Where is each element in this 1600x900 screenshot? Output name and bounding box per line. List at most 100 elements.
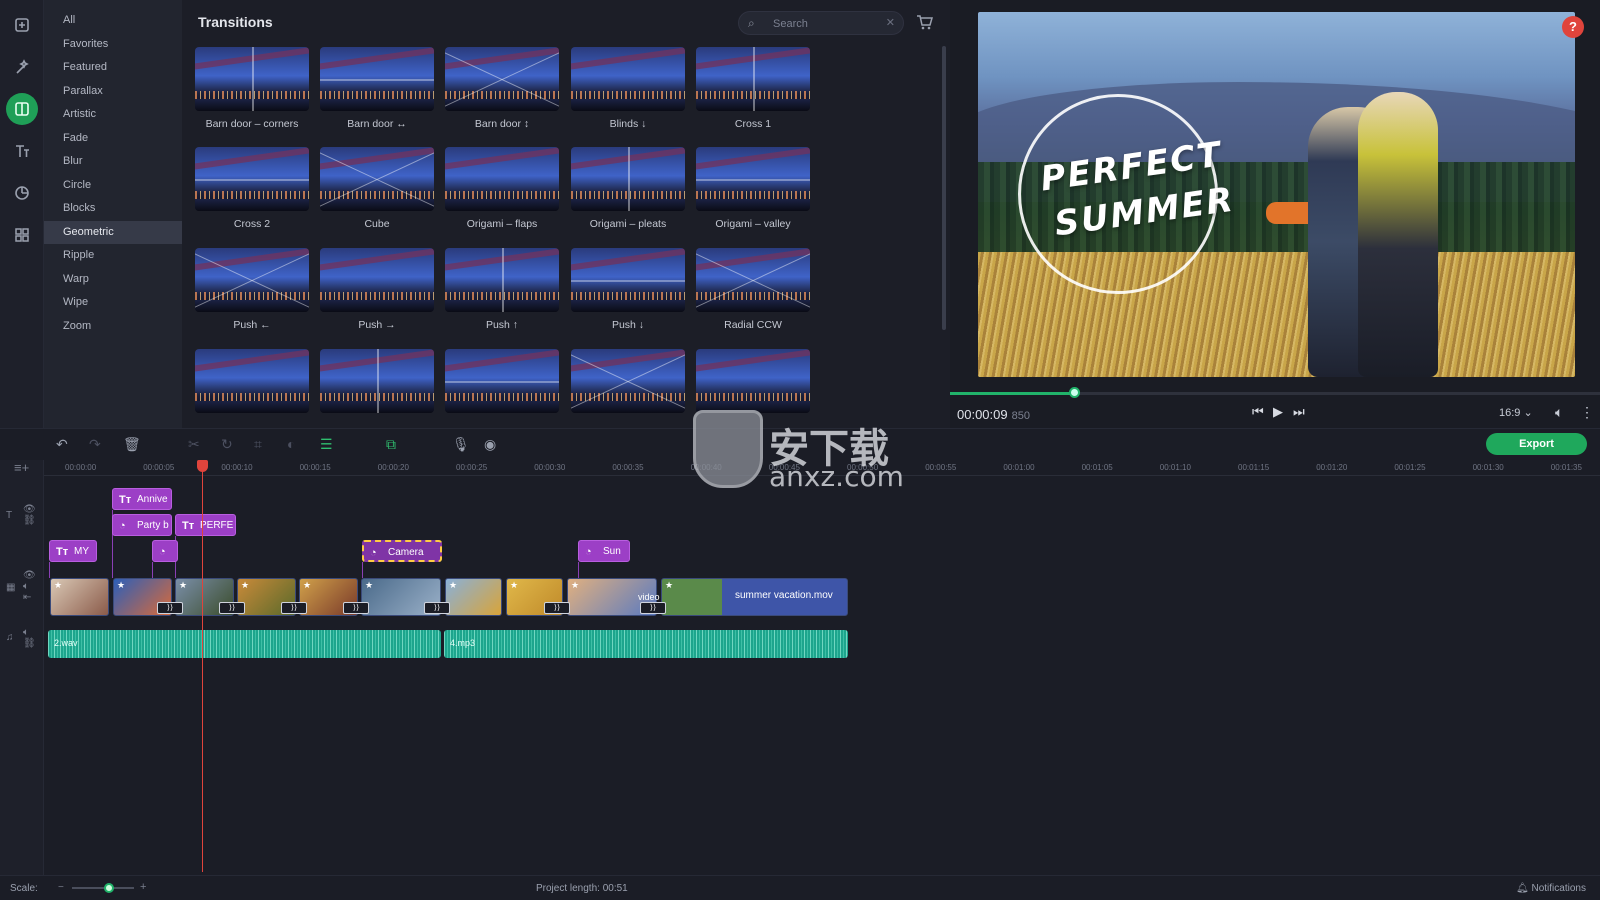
category-warp[interactable]: Warp [44, 268, 182, 292]
microphone-icon[interactable]: 🎙︎ [452, 436, 470, 453]
add-track-icon[interactable]: ≡+ [14, 460, 29, 475]
category-blur[interactable]: Blur [44, 150, 182, 174]
category-parallax[interactable]: Parallax [44, 80, 182, 104]
filters-icon[interactable] [6, 51, 38, 83]
more-options-icon[interactable]: ⋮ [1580, 404, 1594, 421]
delete-icon[interactable]: 🗑︎ [123, 436, 141, 453]
title-clip[interactable]: ◔ Sun [578, 540, 630, 562]
aspect-ratio-select[interactable]: 16:9 ⌄ [1499, 406, 1533, 419]
notifications-button[interactable]: 🔔︎ Notifications [1516, 883, 1586, 894]
title-clip[interactable]: Tт Annive [112, 488, 172, 510]
transition-tile[interactable]: Origami – flaps [445, 147, 559, 230]
crop-icon[interactable]: ⌗ [254, 436, 262, 453]
audio-clip[interactable]: 4.mp3 [444, 630, 848, 658]
playhead-handle[interactable] [197, 460, 208, 472]
clear-search-icon[interactable]: ✕ [886, 16, 895, 29]
title-clip[interactable]: Tт MY [49, 540, 97, 562]
mute-icon[interactable]: 🔈︎ [23, 627, 29, 638]
title-clip[interactable]: ◔ [152, 540, 178, 562]
prev-frame-icon[interactable]: ⏮ [1252, 404, 1264, 420]
category-blocks[interactable]: Blocks [44, 197, 182, 221]
transition-tile[interactable] [571, 349, 685, 420]
transition-marker-icon[interactable]: ⟩⟩ [544, 602, 570, 614]
category-artistic[interactable]: Artistic [44, 103, 182, 127]
category-fade[interactable]: Fade [44, 127, 182, 151]
title-clip[interactable]: Tт PERFE [175, 514, 236, 536]
mute-icon[interactable]: 🔈︎ [23, 581, 29, 592]
scale-knob[interactable] [104, 883, 115, 893]
transitions-icon[interactable] [6, 93, 38, 125]
zoom-in-icon[interactable]: + [140, 881, 146, 893]
video-clip[interactable]: ★ [445, 578, 502, 616]
transition-marker-icon[interactable]: ⟩⟩ [424, 602, 450, 614]
transition-tile[interactable]: Push ↑ [445, 248, 559, 331]
import-icon[interactable] [6, 9, 38, 41]
cut-icon[interactable]: ✂ [188, 436, 200, 453]
overlay-icon[interactable]: ⧉ [386, 436, 396, 453]
play-icon[interactable]: ▶ [1273, 404, 1283, 420]
transition-marker-icon[interactable]: ⟩⟩ [219, 602, 245, 614]
transition-tile[interactable]: Push ↓ [571, 248, 685, 331]
category-favorites[interactable]: Favorites [44, 33, 182, 57]
help-button[interactable]: ? [1562, 16, 1584, 38]
transition-marker-icon[interactable]: ⟩⟩ [157, 602, 183, 614]
transition-tile[interactable] [445, 349, 559, 420]
playback-progress[interactable] [950, 387, 1600, 398]
transition-tile[interactable]: Barn door – corners [195, 47, 309, 130]
scale-slider[interactable] [72, 883, 134, 893]
clip-properties-icon[interactable]: ☰ [320, 436, 333, 453]
transition-tile[interactable] [195, 349, 309, 420]
transition-tile[interactable]: Barn door ↕ [445, 47, 559, 130]
playhead-line[interactable] [202, 460, 203, 872]
transition-marker-icon[interactable]: ⟩⟩ [281, 602, 307, 614]
export-button[interactable]: Export [1486, 433, 1587, 455]
transition-tile[interactable]: Push ← [195, 248, 309, 331]
transition-tile[interactable]: Push → [320, 248, 434, 331]
next-frame-icon[interactable]: ⏭ [1293, 404, 1305, 420]
category-wipe[interactable]: Wipe [44, 291, 182, 315]
titles-icon[interactable] [6, 135, 38, 167]
transition-tile[interactable]: Origami – valley [696, 147, 810, 230]
transition-tile[interactable] [320, 349, 434, 420]
category-geometric[interactable]: Geometric [44, 220, 182, 244]
search-input[interactable] [773, 15, 883, 33]
store-cart-icon[interactable] [915, 13, 933, 31]
undo-icon[interactable]: ↶ [56, 436, 68, 453]
redo-icon[interactable]: ↷ [89, 436, 101, 453]
progress-knob[interactable] [1068, 387, 1080, 398]
transition-marker-icon[interactable]: ⟩⟩ [640, 602, 666, 614]
category-featured[interactable]: Featured [44, 56, 182, 80]
category-ripple[interactable]: Ripple [44, 244, 182, 268]
transition-tile[interactable]: Barn door ↔ [320, 47, 434, 130]
link-icon[interactable]: ⛓︎ [23, 638, 36, 649]
audio-clip[interactable]: 2.wav [48, 630, 441, 658]
transition-tile[interactable]: Radial CCW [696, 248, 810, 331]
title-clip[interactable]: ◔ Party b [112, 514, 172, 536]
link-icon[interactable]: ⛓︎ [23, 515, 36, 526]
transition-tile[interactable]: Cube [320, 147, 434, 230]
video-clip[interactable]: ★ [50, 578, 109, 616]
stickers-icon[interactable] [6, 177, 38, 209]
webcam-record-icon[interactable]: ◉ [484, 436, 496, 453]
zoom-out-icon[interactable]: − [58, 882, 64, 893]
transition-marker-icon[interactable]: ⟩⟩ [343, 602, 369, 614]
transition-tile[interactable]: Origami – pleats [571, 147, 685, 230]
visibility-icon[interactable]: 👁︎ [23, 504, 36, 515]
more-tools-icon[interactable] [6, 219, 38, 251]
category-zoom[interactable]: Zoom [44, 315, 182, 339]
rotate-icon[interactable]: ↻ [221, 436, 233, 453]
title-clip[interactable]: ◔ Camera [362, 540, 442, 562]
transition-thumbnail [195, 47, 309, 111]
video-preview[interactable]: PERFECT SUMMER [978, 12, 1575, 377]
lock-icon[interactable]: ⇤ [23, 592, 31, 603]
transition-tile[interactable]: Cross 1 [696, 47, 810, 130]
color-adjust-icon[interactable]: ◐ [287, 436, 295, 452]
category-circle[interactable]: Circle [44, 174, 182, 198]
transition-tile[interactable]: Cross 2 [195, 147, 309, 230]
scrollbar[interactable] [942, 46, 946, 330]
visibility-icon[interactable]: 👁︎ [23, 570, 36, 581]
search-box[interactable]: ⌕ ✕ [738, 11, 904, 35]
category-all[interactable]: All [44, 9, 182, 33]
transition-tile[interactable]: Blinds ↓ [571, 47, 685, 130]
volume-icon[interactable]: 🔈︎ [1555, 404, 1563, 421]
